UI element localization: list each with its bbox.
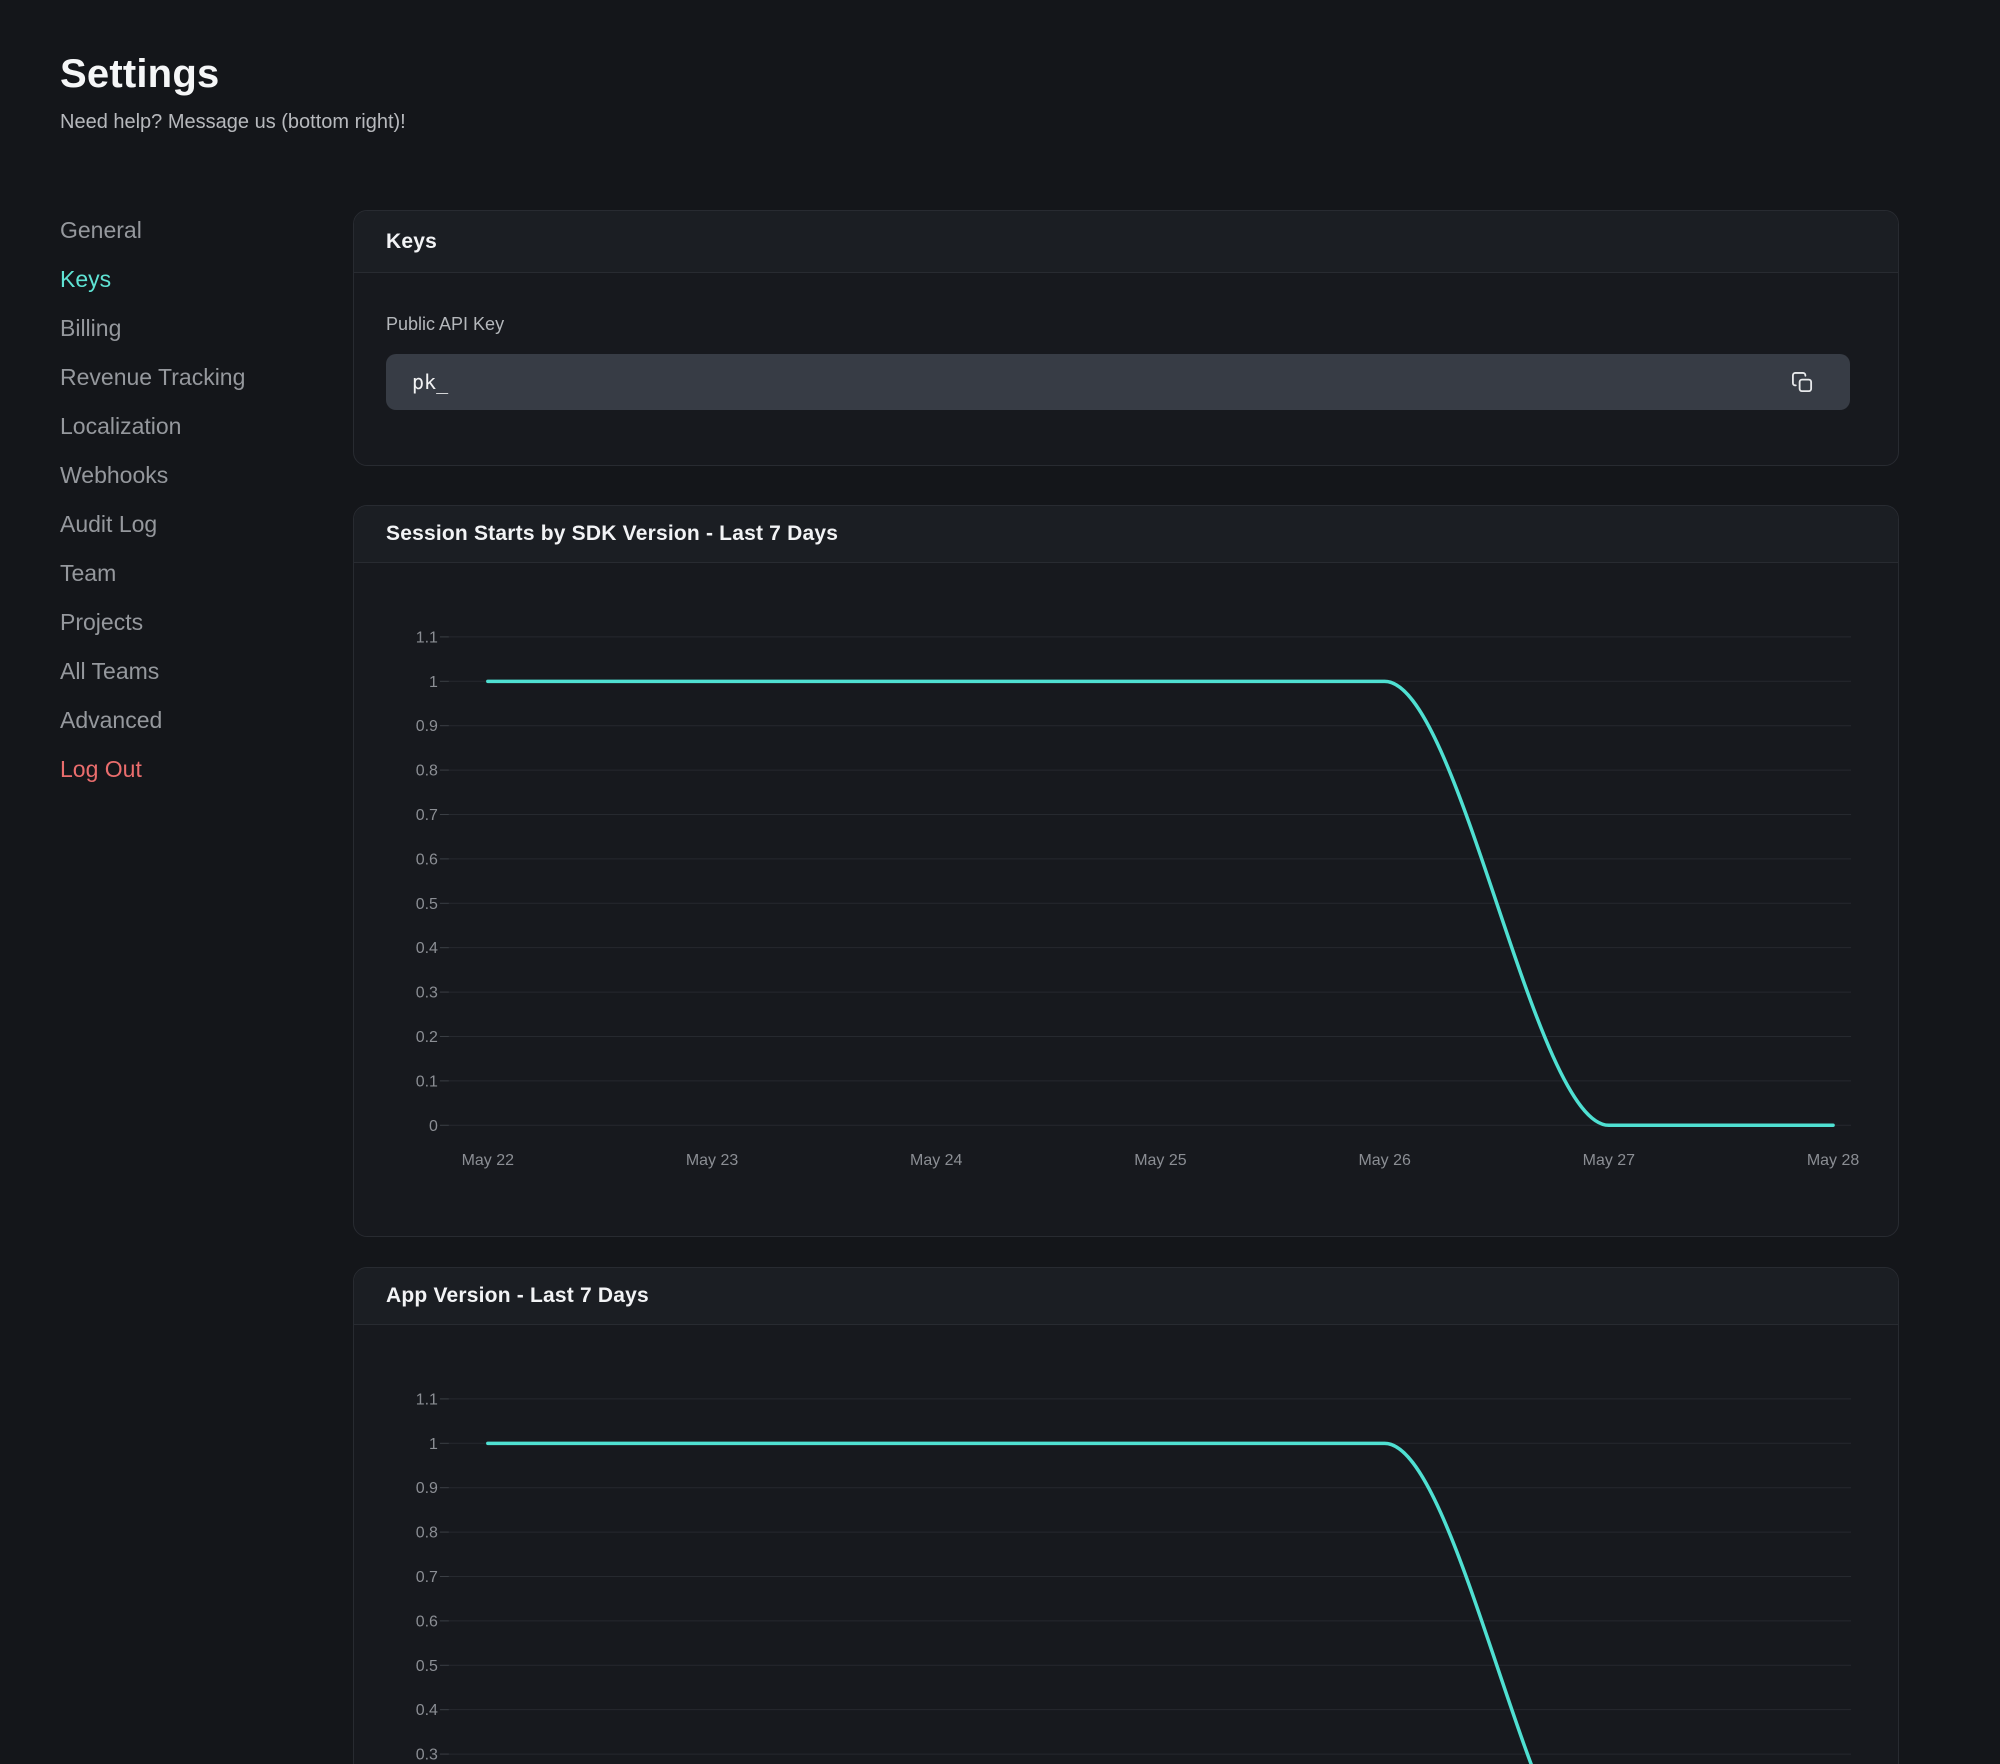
keys-card-body: Public API Key xyxy=(354,273,1898,465)
sidebar-item-webhooks[interactable]: Webhooks xyxy=(60,451,353,500)
sidebar: General Keys Billing Revenue Tracking Lo… xyxy=(60,134,353,794)
app-version-line-chart: 00.10.20.30.40.50.60.70.80.911.1May 22Ma… xyxy=(354,1325,1898,1764)
layout: General Keys Billing Revenue Tracking Lo… xyxy=(0,134,2000,1764)
sdk-version-line-chart: 0 0.1 0.2 0.3 0.4 0.5 0.6 0.7 0.8 0.9 1 1.1 May 22 Ma… xyxy=(354,563,1898,1236)
public-api-key-field xyxy=(386,354,1850,410)
page-subtitle: Need help? Message us (bottom right)! xyxy=(60,110,1899,134)
y-tick-label: 0.7 xyxy=(416,807,438,824)
sidebar-item-billing[interactable]: Billing xyxy=(60,304,353,353)
public-api-key-label: Public API Key xyxy=(386,313,1866,335)
x-tick-label: May 26 xyxy=(1358,1152,1410,1169)
sidebar-item-general[interactable]: General xyxy=(60,206,353,255)
x-tick-label: May 28 xyxy=(1807,1152,1859,1169)
series-line-app-version xyxy=(488,1443,1833,1764)
page-title: Settings xyxy=(60,50,1899,98)
keys-card: Keys Public API Key xyxy=(353,210,1899,466)
sdk-version-chart-card: Session Starts by SDK Version - Last 7 D… xyxy=(353,505,1899,1237)
y-tick-label: 1.1 xyxy=(416,1392,438,1409)
y-tick-label: 0.8 xyxy=(416,1525,438,1542)
x-tick-label: May 23 xyxy=(686,1152,738,1169)
y-tick-label: 0.9 xyxy=(416,718,438,735)
app-chart-header: App Version - Last 7 Days xyxy=(354,1268,1898,1325)
y-tick-label: 1 xyxy=(429,674,438,691)
copy-api-key-button[interactable] xyxy=(1782,362,1822,402)
sidebar-item-all-teams[interactable]: All Teams xyxy=(60,647,353,696)
sdk-chart-header: Session Starts by SDK Version - Last 7 D… xyxy=(354,506,1898,563)
y-tick-label: 0.9 xyxy=(416,1480,438,1497)
sdk-chart-title: Session Starts by SDK Version - Last 7 D… xyxy=(386,522,838,546)
keys-card-header: Keys xyxy=(354,211,1898,273)
sidebar-item-logout[interactable]: Log Out xyxy=(60,745,353,794)
y-tick-label: 1 xyxy=(429,1436,438,1453)
y-tick-label: 0.4 xyxy=(416,1702,438,1719)
y-tick-label: 0.6 xyxy=(416,1614,438,1631)
sidebar-item-audit-log[interactable]: Audit Log xyxy=(60,500,353,549)
sidebar-item-projects[interactable]: Projects xyxy=(60,598,353,647)
x-tick-label: May 22 xyxy=(462,1152,514,1169)
main-content: Keys Public API Key xyxy=(353,134,1899,1764)
y-tick-label: 0.4 xyxy=(416,940,438,957)
y-tick-label: 0.1 xyxy=(416,1073,438,1090)
public-api-key-input[interactable] xyxy=(386,354,1850,410)
y-tick-label: 1.1 xyxy=(416,629,438,646)
app-chart-title: App Version - Last 7 Days xyxy=(386,1284,649,1308)
y-tick-label: 0.3 xyxy=(416,1747,438,1764)
settings-page: Settings Need help? Message us (bottom r… xyxy=(0,0,2000,1764)
sidebar-item-team[interactable]: Team xyxy=(60,549,353,598)
y-tick-label: 0.8 xyxy=(416,763,438,780)
x-tick-label: May 25 xyxy=(1134,1152,1186,1169)
y-tick-label: 0.2 xyxy=(416,1029,438,1046)
copy-icon xyxy=(1791,371,1814,394)
y-tick-label: 0.7 xyxy=(416,1569,438,1586)
sidebar-item-localization[interactable]: Localization xyxy=(60,402,353,451)
app-version-chart-card: App Version - Last 7 Days 00.10.20.30.40… xyxy=(353,1267,1899,1764)
keys-card-title: Keys xyxy=(386,230,437,254)
y-tick-label: 0.3 xyxy=(416,985,438,1002)
page-header: Settings Need help? Message us (bottom r… xyxy=(0,0,2000,134)
x-tick-label: May 27 xyxy=(1583,1152,1635,1169)
y-tick-label: 0.6 xyxy=(416,851,438,868)
y-tick-label: 0.5 xyxy=(416,1658,438,1675)
x-tick-label: May 24 xyxy=(910,1152,962,1169)
sidebar-item-advanced[interactable]: Advanced xyxy=(60,696,353,745)
sidebar-item-keys[interactable]: Keys xyxy=(60,255,353,304)
sidebar-item-revenue-tracking[interactable]: Revenue Tracking xyxy=(60,353,353,402)
y-tick-label: 0.5 xyxy=(416,896,438,913)
y-tick-label: 0 xyxy=(429,1118,438,1135)
